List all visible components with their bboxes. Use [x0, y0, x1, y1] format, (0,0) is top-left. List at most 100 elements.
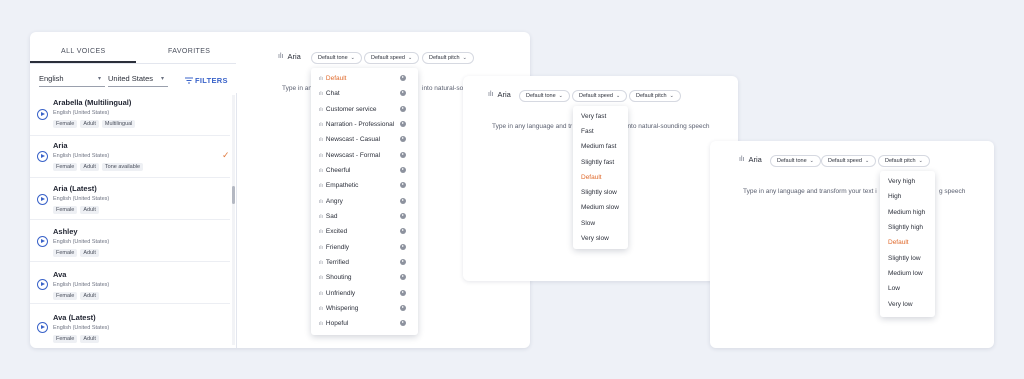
play-icon[interactable] — [400, 244, 406, 250]
tone-option[interactable]: ılı Narration - Professional — [319, 121, 394, 128]
speed-option[interactable]: Medium fast — [581, 143, 616, 150]
tone-option[interactable]: ılı Excited — [319, 228, 347, 235]
voice-row[interactable]: Ava (Latest) English (United States) Fem… — [30, 303, 230, 345]
pitch-option[interactable]: Low — [888, 285, 900, 292]
pitch-option[interactable]: Medium high — [888, 209, 925, 216]
play-icon[interactable] — [400, 290, 406, 296]
play-icon[interactable] — [400, 198, 406, 204]
voice-row[interactable]: Ava English (United States) Female Adult — [30, 261, 230, 304]
voice-language: English (United States) — [53, 239, 110, 245]
play-icon[interactable] — [400, 90, 406, 96]
voice-tags: Female Adult — [53, 292, 99, 300]
text-input-placeholder[interactable]: Type in any language and tr — [492, 123, 572, 130]
tone-option[interactable]: ılı Unfriendly — [319, 290, 355, 297]
tone-dropdown[interactable]: Default tone ⌄ — [770, 155, 821, 167]
text-input-placeholder[interactable]: into natural-so — [422, 85, 463, 92]
speed-option[interactable]: Slightly slow — [581, 189, 617, 196]
region-select[interactable]: United States ▾ — [108, 74, 168, 87]
selected-check-icon: ✓ — [222, 150, 230, 160]
tag: Female — [53, 206, 78, 214]
speed-dropdown[interactable]: Default speed ⌄ — [572, 90, 628, 102]
play-icon[interactable] — [400, 320, 406, 326]
tab-all-voices[interactable]: ALL VOICES — [61, 48, 106, 55]
pitch-option[interactable]: Slightly low — [888, 255, 921, 262]
text-input-placeholder[interactable]: g speech — [939, 188, 965, 195]
tone-option[interactable]: ılı Hopeful — [319, 320, 348, 327]
play-icon[interactable] — [400, 228, 406, 234]
play-icon[interactable] — [400, 167, 406, 173]
play-icon[interactable] — [37, 236, 48, 247]
speed-option[interactable]: Medium slow — [581, 204, 619, 211]
tone-option[interactable]: ılı Whispering — [319, 305, 358, 312]
play-icon[interactable] — [400, 274, 406, 280]
pitch-dropdown-label: Default pitch — [636, 93, 667, 99]
pitch-dropdown[interactable]: Default pitch ⌄ — [878, 155, 930, 167]
play-icon[interactable] — [400, 182, 406, 188]
tone-option[interactable]: ılı Empathetic — [319, 182, 358, 189]
pitch-option[interactable]: Very low — [888, 301, 913, 308]
region-value: United States — [108, 74, 154, 83]
play-icon[interactable] — [400, 75, 406, 81]
filters-button[interactable]: FILTERS — [195, 76, 228, 85]
play-icon[interactable] — [37, 322, 48, 333]
tone-option[interactable]: ılı Angry — [319, 198, 343, 205]
tone-option[interactable]: ılı Chat — [319, 90, 340, 97]
pitch-dropdown-label: Default pitch — [429, 55, 460, 61]
play-icon[interactable] — [400, 259, 406, 265]
voice-tags: Female Adult Tone available — [53, 163, 144, 171]
play-icon[interactable] — [400, 121, 406, 127]
speed-option[interactable]: Very slow — [581, 235, 609, 242]
voice-row[interactable]: Arabella (Multilingual) English (United … — [30, 93, 230, 136]
pitch-option[interactable]: Slightly high — [888, 224, 923, 231]
play-icon[interactable] — [400, 305, 406, 311]
tab-favorites[interactable]: FAVORITES — [168, 48, 210, 55]
tone-dropdown[interactable]: Default tone ⌄ — [519, 90, 570, 102]
play-icon[interactable] — [37, 109, 48, 120]
tone-option[interactable]: ılı Friendly — [319, 244, 349, 251]
play-icon[interactable] — [400, 136, 406, 142]
speed-option[interactable]: Very fast — [581, 113, 606, 120]
speed-option[interactable]: Slightly fast — [581, 159, 614, 166]
current-voice-name: Aria — [287, 52, 301, 61]
play-icon[interactable] — [37, 151, 48, 162]
tone-option[interactable]: ılı Newscast - Casual — [319, 136, 380, 143]
scrollbar-track[interactable] — [232, 95, 235, 345]
voice-tabs: ALL VOICES FAVORITES — [30, 32, 236, 64]
pitch-option[interactable]: Default — [888, 239, 909, 246]
tone-option[interactable]: ılı Default — [319, 75, 347, 82]
voice-row[interactable]: Aria (Latest) English (United States) Fe… — [30, 177, 230, 220]
play-icon[interactable] — [400, 106, 406, 112]
tone-option[interactable]: ılı Cheerful — [319, 167, 350, 174]
text-input-placeholder[interactable]: into natural-sounding speech — [626, 123, 709, 130]
speed-dropdown[interactable]: Default speed ⌄ — [821, 155, 877, 167]
pitch-option[interactable]: High — [888, 193, 901, 200]
text-input-placeholder[interactable]: Type in any language and transform your … — [743, 188, 877, 195]
speed-option[interactable]: Slow — [581, 220, 595, 227]
voice-list: Arabella (Multilingual) English (United … — [30, 93, 237, 348]
speed-option[interactable]: Fast — [581, 128, 594, 135]
chevron-down-icon: ▾ — [98, 76, 102, 82]
voice-row[interactable]: Ashley English (United States) Female Ad… — [30, 219, 230, 262]
current-voice: ılı Aria — [739, 155, 762, 164]
text-input-placeholder[interactable]: Type in an — [282, 85, 312, 92]
tone-option[interactable]: ılı Customer service — [319, 106, 376, 113]
waveform-icon: ılı — [488, 91, 494, 98]
tone-option[interactable]: ılı Shouting — [319, 274, 352, 281]
pitch-option[interactable]: Medium low — [888, 270, 923, 277]
play-icon[interactable] — [37, 279, 48, 290]
language-select[interactable]: English ▾ — [39, 74, 105, 87]
speed-option[interactable]: Default — [581, 174, 602, 181]
tone-dropdown[interactable]: Default tone ⌄ — [311, 52, 362, 64]
tone-option[interactable]: ılı Newscast - Formal — [319, 152, 380, 159]
pitch-dropdown[interactable]: Default pitch ⌄ — [422, 52, 474, 64]
play-icon[interactable] — [37, 194, 48, 205]
pitch-dropdown[interactable]: Default pitch ⌄ — [629, 90, 681, 102]
tone-option[interactable]: ılı Sad — [319, 213, 337, 220]
pitch-option[interactable]: Very high — [888, 178, 915, 185]
tone-option[interactable]: ılı Terrified — [319, 259, 349, 266]
voice-row[interactable]: Aria English (United States) Female Adul… — [30, 135, 230, 178]
speed-dropdown[interactable]: Default speed ⌄ — [364, 52, 420, 64]
play-icon[interactable] — [400, 213, 406, 219]
scrollbar-thumb[interactable] — [232, 186, 235, 204]
play-icon[interactable] — [400, 152, 406, 158]
